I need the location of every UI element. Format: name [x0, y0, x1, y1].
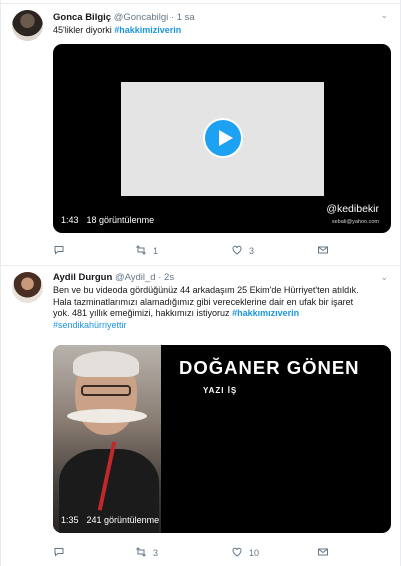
heart-icon — [232, 547, 242, 557]
photo-mustache — [67, 409, 147, 423]
timestamp[interactable]: 1 sa — [177, 12, 195, 23]
reply-button[interactable] — [53, 244, 71, 258]
like-button[interactable]: 10 — [231, 546, 259, 560]
tweet-text-body: yok. 481 yıllık emeğimizi, hakkımızı ist… — [53, 308, 233, 318]
person-photo — [53, 345, 161, 533]
tweet-actions: 1 3 — [53, 244, 373, 258]
retweet-icon — [136, 547, 146, 557]
video-duration: 1:35 — [61, 515, 79, 525]
avatar[interactable] — [12, 272, 43, 303]
tweet-text-line: Ben ve bu videoda gördüğünüz 44 arkadaşı… — [53, 285, 359, 295]
video-watermark-email: sebati@yahoo.com — [331, 219, 379, 225]
tweet-text: Ben ve bu videoda gördüğünüz 44 arkadaşı… — [53, 285, 391, 331]
tweet-actions: 3 10 — [53, 546, 373, 560]
direct-message-button[interactable] — [317, 244, 329, 258]
retweet-icon — [136, 245, 146, 255]
envelope-icon — [318, 548, 328, 556]
video-player[interactable]: @kedibekir sebati@yahoo.com 1:43 18 görün… — [53, 44, 391, 233]
video-view-count: 18 görüntülenme — [86, 215, 155, 225]
tweet-text-line: Hala tazminatlarımızı alamadığımız gibi … — [53, 296, 354, 307]
tweet-text-line: yok. 481 yıllık emeğimizi, hakkımızı ist… — [53, 308, 391, 320]
chevron-down-icon[interactable]: ⌄ — [380, 10, 388, 21]
hashtag-link[interactable]: #hakkımızıverin — [232, 308, 299, 318]
separator-dot: · — [158, 272, 162, 283]
tweet[interactable]: Aydil Durgun @Aydil_d · 2s ⌄ Ben ve bu v… — [1, 266, 401, 566]
video-meta: 1:43 18 görüntülenme — [61, 215, 154, 225]
video-view-count: 241 görüntülenme — [86, 515, 160, 525]
tweet-header: Gonca Bilgiç @Goncabilgi · 1 sa — [53, 12, 388, 25]
tweet[interactable]: Gonca Bilgiç @Goncabilgi · 1 sa ⌄ 45'lik… — [1, 4, 401, 266]
avatar[interactable] — [12, 10, 43, 41]
reply-icon — [54, 548, 64, 557]
user-handle[interactable]: @Goncabilgi — [114, 12, 169, 23]
photo-hair — [73, 351, 139, 377]
video-duration: 1:43 — [61, 215, 79, 225]
tweet-header: Aydil Durgun @Aydil_d · 2s — [53, 272, 388, 285]
tweet-text-line: #sendikahürriyettir — [53, 320, 391, 332]
play-button-icon[interactable] — [203, 118, 243, 158]
direct-message-button[interactable] — [317, 546, 329, 560]
video-player[interactable]: DOĞANER GÖNEN YAZI İŞ 1:35 241 görüntülen… — [53, 345, 391, 533]
video-subtitle: YAZI İŞ — [203, 386, 238, 395]
heart-icon — [232, 245, 242, 255]
hashtag-link[interactable]: #sendikahürriyettir — [53, 320, 127, 330]
video-meta: 1:35 241 görüntülenme — [61, 515, 159, 525]
timeline: Gonca Bilgiç @Goncabilgi · 1 sa ⌄ 45'lik… — [0, 0, 401, 566]
reply-icon — [54, 246, 64, 255]
display-name[interactable]: Aydil Durgun — [53, 272, 112, 283]
like-button[interactable]: 3 — [231, 244, 254, 258]
display-name[interactable]: Gonca Bilgiç — [53, 12, 111, 23]
like-count: 10 — [249, 548, 260, 558]
retweet-button[interactable]: 3 — [135, 546, 158, 560]
retweet-count: 1 — [153, 246, 159, 256]
hashtag-link[interactable]: #hakkimiziverin — [114, 25, 181, 35]
retweet-count: 3 — [153, 548, 159, 558]
envelope-icon — [318, 246, 328, 254]
tweet-text-body: 45'likler diyorki — [53, 25, 115, 35]
reply-button[interactable] — [53, 546, 71, 560]
retweet-button[interactable]: 1 — [135, 244, 158, 258]
chevron-down-icon[interactable]: ⌄ — [380, 272, 388, 283]
user-handle[interactable]: @Aydil_d — [115, 272, 156, 283]
like-count: 3 — [249, 246, 255, 256]
photo-glasses — [81, 385, 131, 396]
timestamp[interactable]: 2s — [164, 272, 174, 283]
tweet-text: 45'likler diyorki #hakkimiziverin — [53, 25, 391, 37]
separator-dot: · — [170, 12, 175, 23]
video-watermark: @kedibekir — [326, 203, 379, 215]
video-title: DOĞANER GÖNEN — [179, 357, 360, 378]
